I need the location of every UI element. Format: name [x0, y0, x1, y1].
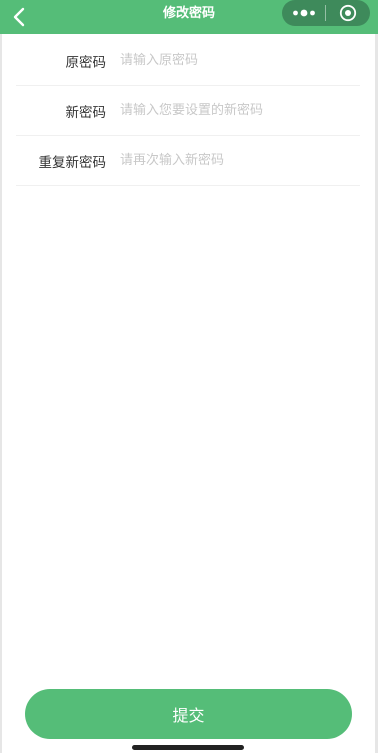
new-password-label: 新密码	[65, 104, 107, 121]
new-password-input[interactable]	[120, 95, 360, 126]
frame-border-left	[0, 34, 2, 753]
old-password-input[interactable]	[120, 45, 360, 76]
close-button[interactable]	[326, 0, 369, 26]
form-row-old-password: 原密码	[16, 36, 360, 86]
more-dots-icon	[292, 9, 315, 17]
navigation-bar: 修改密码	[0, 0, 378, 34]
confirm-password-input[interactable]	[120, 145, 360, 176]
form-row-new-password: 新密码	[16, 86, 360, 136]
confirm-password-label: 重复新密码	[38, 154, 107, 171]
old-password-label: 原密码	[65, 54, 107, 71]
target-circle-icon	[339, 4, 356, 22]
submit-button[interactable]: 提交	[25, 689, 352, 739]
password-form: 原密码 新密码 重复新密码	[16, 36, 360, 186]
more-button[interactable]	[282, 0, 325, 26]
form-row-confirm-password: 重复新密码	[16, 136, 360, 186]
home-indicator	[132, 745, 244, 750]
mini-program-capsule	[282, 0, 370, 26]
